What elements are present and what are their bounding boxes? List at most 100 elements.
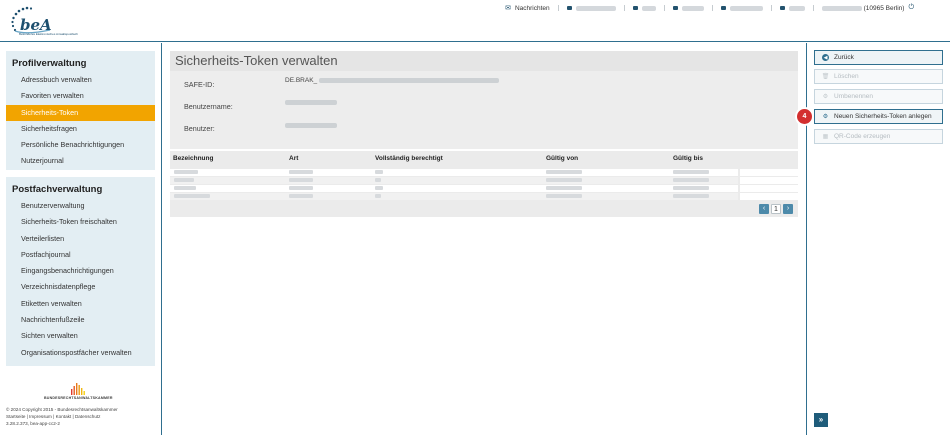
back-button[interactable]: ◀ Zurück — [814, 50, 943, 65]
top-navigation: ✉ Nachrichten (10965 Berlin) ⏻ — [497, 3, 950, 13]
nav-item-redacted[interactable] — [779, 5, 805, 11]
nav-item-redacted[interactable] — [720, 5, 763, 11]
redacted-cell — [375, 194, 381, 198]
pager-prev-button[interactable]: ‹ — [759, 204, 769, 214]
nav-user-label: (10965 Berlin) — [863, 4, 905, 12]
col-header-valid-to[interactable]: Gültig bis — [673, 155, 703, 162]
safe-id-value: DE.BRAK_ — [285, 77, 500, 84]
col-header-type[interactable]: Art — [289, 155, 298, 162]
sidebar-item-personal-notifications[interactable]: Persönliche Benachrichtigungen — [6, 137, 155, 153]
redacted-username — [285, 100, 337, 105]
sidebar-item-mailbox-journal[interactable]: Postfachjournal — [6, 247, 155, 263]
sidebar-item-security-questions[interactable]: Sicherheitsfragen — [6, 121, 155, 137]
row-filler — [740, 177, 798, 184]
nav-divider — [623, 5, 625, 11]
table-row[interactable] — [170, 193, 798, 200]
footer-version: 3.28.2.373, bea-app-cc2-2 — [6, 421, 60, 426]
token-info-panel: SAFE-ID: DE.BRAK_ Benutzername: Benutzer… — [170, 71, 798, 149]
pager-page-1[interactable]: 1 — [771, 204, 781, 214]
envelope-icon: ✉ — [505, 5, 511, 12]
rename-button[interactable]: ⚙ Umbenennen — [814, 89, 943, 104]
redacted-label — [681, 5, 704, 11]
back-button-label: Zurück — [834, 54, 854, 61]
sidebar-item-security-token[interactable]: Sicherheits-Token — [6, 104, 155, 121]
col-header-full-permission[interactable]: Vollständig berechtigt — [375, 155, 443, 162]
table-row[interactable] — [170, 169, 798, 176]
nav-item-redacted[interactable] — [672, 5, 704, 11]
sidebar-item-labels[interactable]: Etiketten verwalten — [6, 296, 155, 312]
rename-button-label: Umbenennen — [834, 93, 874, 100]
sidebar-item-directory-data[interactable]: Verzeichnisdatenpflege — [6, 279, 155, 295]
expand-sidebar-button[interactable]: » — [814, 413, 828, 427]
sidebar-item-unlock-token[interactable]: Sicherheits-Token freischalten — [6, 214, 155, 230]
nav-messages[interactable]: ✉ Nachrichten — [505, 4, 550, 13]
redacted-cell — [546, 186, 582, 190]
redacted-cell — [546, 194, 582, 198]
sidebar-item-inbox-notifications[interactable]: Eingangsbenachrichtigungen — [6, 263, 155, 279]
nav-divider — [812, 5, 814, 11]
sidebar-item-user-management[interactable]: Benutzerverwaltung — [6, 198, 155, 214]
sidebar-item-distribution-lists[interactable]: Verteilerlisten — [6, 231, 155, 247]
new-token-button-label: Neuen Sicherheits-Token anlegen — [834, 113, 932, 120]
profile-panel: Profilverwaltung Adressbuch verwalten Fa… — [6, 51, 155, 170]
redacted-cell — [375, 186, 383, 190]
username-value — [285, 100, 337, 105]
nav-user[interactable]: (10965 Berlin) — [821, 4, 905, 12]
power-icon[interactable]: ⏻ — [908, 4, 914, 12]
row-cells — [170, 169, 738, 176]
nav-item-redacted[interactable] — [566, 5, 616, 11]
row-cells — [170, 193, 738, 200]
username-label: Benutzername: — [184, 102, 233, 111]
sidebar-item-org-mailboxes[interactable]: Organisationspostfächer verwalten — [6, 345, 155, 361]
redacted-cell — [375, 170, 383, 174]
nav-icon — [632, 6, 638, 10]
redacted-user-name — [821, 5, 862, 11]
nav-icon — [720, 6, 726, 10]
qr-code-button[interactable]: ▦ QR-Code erzeugen — [814, 129, 943, 144]
row-filler — [740, 193, 798, 200]
user-value — [285, 123, 337, 128]
row-filler — [740, 169, 798, 176]
nav-divider — [770, 5, 772, 11]
sidebar-item-views[interactable]: Sichten verwalten — [6, 328, 155, 344]
sidebar-item-address-book[interactable]: Adressbuch verwalten — [6, 72, 155, 88]
qr-code-button-label: QR-Code erzeugen — [834, 133, 891, 140]
redacted-cell — [546, 178, 582, 182]
mailbox-panel: Postfachverwaltung Benutzerverwaltung Si… — [6, 177, 155, 366]
pager-next-button[interactable]: › — [783, 204, 793, 214]
footer-copyright: © 2024 Copyright 2015 - Bundesrechtsanwa… — [6, 407, 118, 412]
bea-logo[interactable]: beA Besonderes Elektronisches Anwaltspos… — [6, 5, 78, 37]
sidebar-item-message-footer[interactable]: Nachrichtenfußzeile — [6, 312, 155, 328]
row-filler — [740, 185, 798, 192]
table-row[interactable] — [170, 185, 798, 192]
col-header-name[interactable]: Bezeichnung — [173, 155, 213, 162]
redacted-user — [285, 123, 337, 128]
new-token-button[interactable]: ⚙ Neuen Sicherheits-Token anlegen — [814, 109, 943, 124]
delete-button[interactable]: 🗑 Löschen — [814, 69, 943, 84]
action-sidebar: ◀ Zurück 🗑 Löschen ⚙ Umbenennen ⚙ Neuen … — [797, 43, 950, 435]
token-table: Bezeichnung Art Vollständig berechtigt G… — [170, 151, 798, 217]
sidebar-item-user-journal[interactable]: Nutzerjournal — [6, 153, 155, 169]
nav-item-redacted[interactable] — [632, 5, 656, 11]
app-header: beA Besonderes Elektronisches Anwaltspos… — [0, 0, 950, 42]
gear-icon: ⚙ — [822, 114, 829, 120]
row-cells — [170, 185, 738, 192]
brak-name: BUNDESRECHTSANWALTSKAMMER — [44, 396, 113, 400]
gear-icon: ⚙ — [822, 94, 829, 100]
footer-links[interactable]: Startseite | Impressum | Kontakt | Daten… — [6, 414, 100, 419]
redacted-cell — [546, 170, 582, 174]
redacted-cell — [375, 178, 381, 182]
table-header: Bezeichnung Art Vollständig berechtigt G… — [170, 155, 798, 165]
table-row[interactable] — [170, 177, 798, 184]
redacted-cell — [174, 170, 198, 174]
nav-messages-label: Nachrichten — [514, 4, 550, 12]
redacted-label — [729, 5, 763, 11]
redacted-cell — [673, 170, 709, 174]
sidebar-item-favorites[interactable]: Favoriten verwalten — [6, 88, 155, 104]
main-content: Sicherheits-Token verwalten SAFE-ID: DE.… — [170, 51, 798, 217]
redacted-cell — [673, 194, 709, 198]
table-pager: ‹ 1 › — [757, 204, 793, 214]
col-header-valid-from[interactable]: Gültig von — [546, 155, 578, 162]
redacted-cell — [174, 194, 210, 198]
mailbox-heading: Postfachverwaltung — [12, 184, 103, 195]
